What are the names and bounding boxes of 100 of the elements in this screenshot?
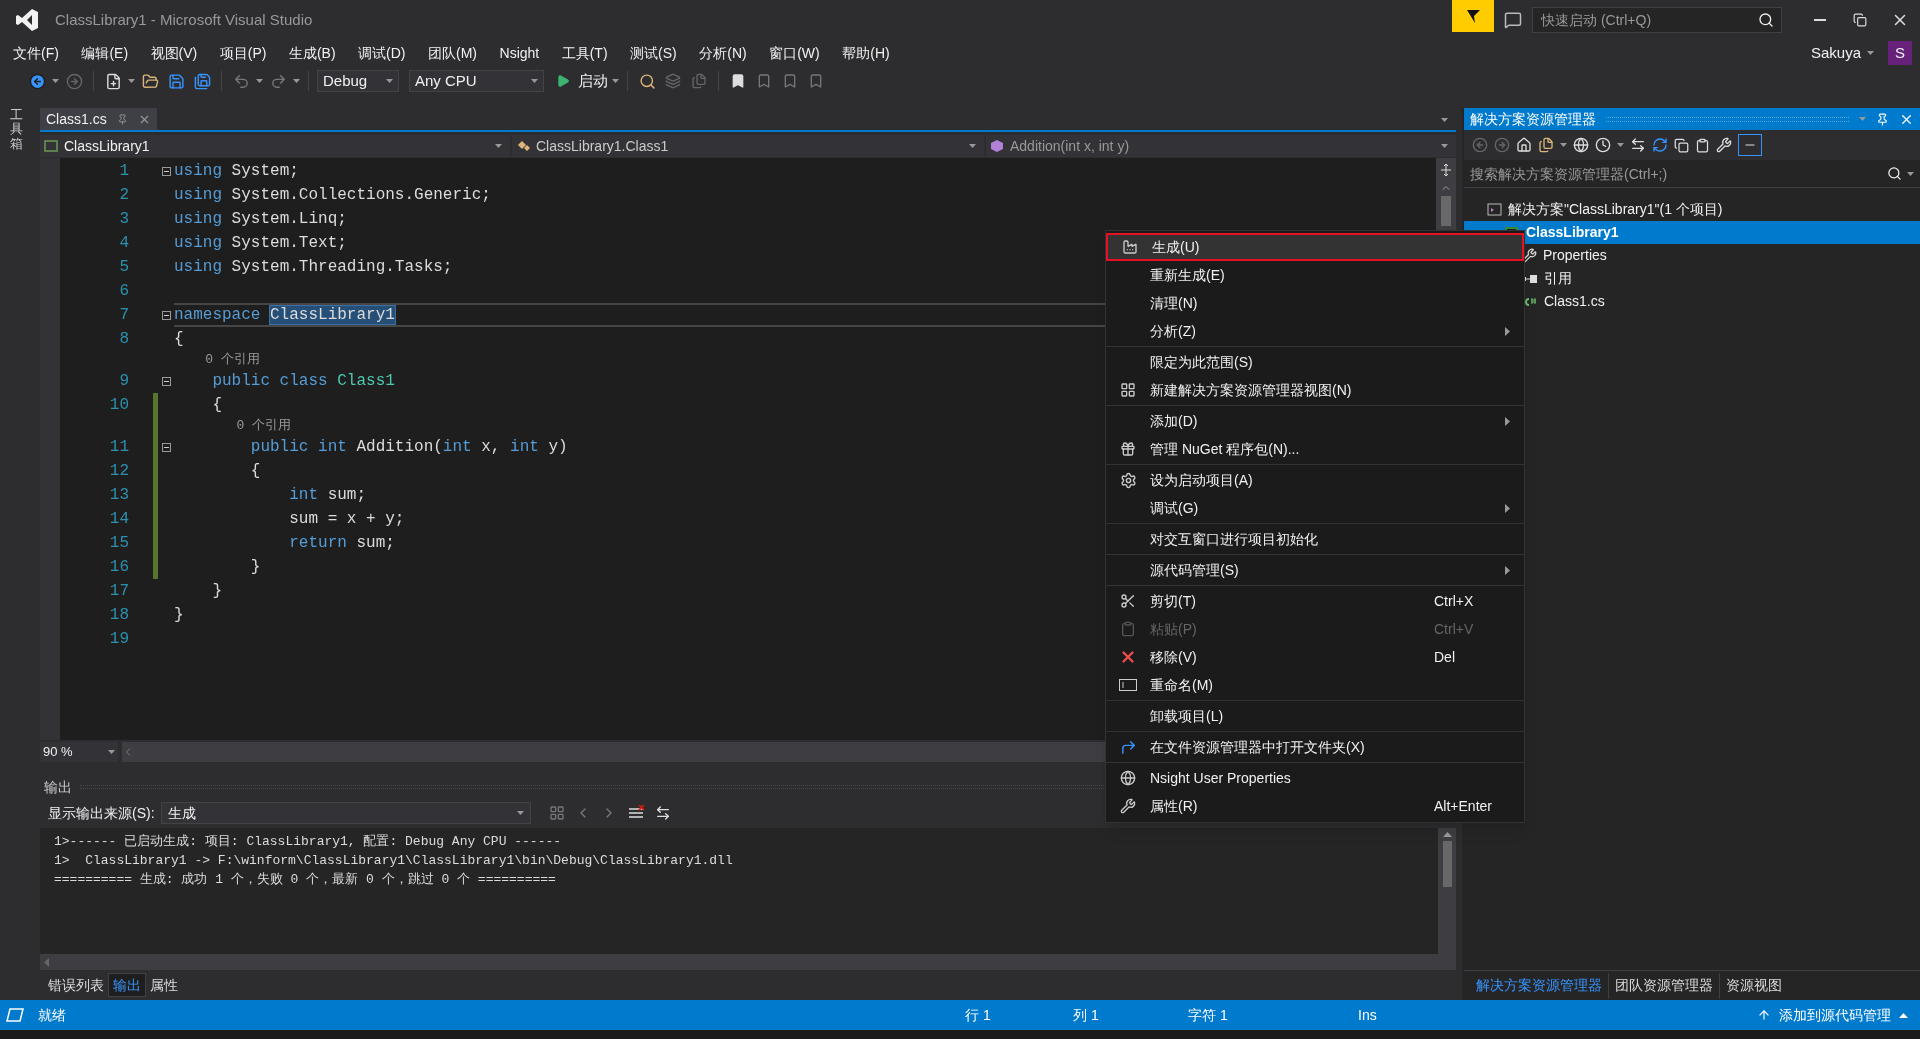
notification-button[interactable] [1452, 0, 1494, 32]
output-source-dropdown[interactable]: 生成 [160, 802, 531, 824]
collapse-icon[interactable] [161, 442, 171, 452]
quick-launch-field[interactable]: 快速启动 (Ctrl+Q) [1532, 7, 1782, 33]
panel-tab[interactable]: 输出 [108, 973, 146, 997]
start-button[interactable]: 启动 [556, 69, 608, 93]
tree-item[interactable]: ClassLibrary1 [1464, 221, 1920, 244]
switch-views-icon[interactable] [1538, 137, 1554, 153]
show-all-files-icon[interactable] [1695, 137, 1710, 153]
code-line: using System; [174, 161, 299, 182]
menu-item[interactable]: 限定为此范围(S) [1106, 348, 1524, 376]
menu-item[interactable]: 调试(G) [1106, 494, 1524, 522]
tree-item-label: 引用 [1544, 269, 1572, 288]
pending-changes-icon[interactable] [1595, 137, 1611, 153]
reference-count[interactable]: 0 个引用 [174, 350, 260, 370]
insert-mode-indicator: Ins [1358, 1005, 1377, 1025]
menu-item[interactable]: 团队(M) [421, 42, 484, 64]
code-line: } [249, 557, 261, 578]
globe-icon[interactable] [1573, 137, 1589, 153]
caret-icon [1867, 51, 1874, 55]
panel-tab[interactable]: 资源视图 [1719, 972, 1788, 999]
caret-icon [256, 79, 263, 83]
navigation-dropdown[interactable]: ClassLibrary1.Class1 [512, 135, 984, 157]
collapse-all-icon[interactable] [1674, 137, 1689, 153]
menu-item[interactable]: 分析(Z) [1106, 317, 1524, 345]
toolbox-tab[interactable]: 工具箱 [10, 108, 23, 151]
document-tab[interactable]: Class1.cs [40, 108, 157, 130]
menu-item[interactable]: 属性(R) Alt+Enter [1106, 792, 1524, 820]
panel-tab[interactable]: 解决方案资源管理器 [1470, 972, 1608, 999]
line-number: 2 [118, 185, 130, 206]
character-indicator: 字符 1 [1188, 1005, 1229, 1025]
menu-item[interactable]: 管理 NuGet 程序包(N)... [1106, 435, 1524, 463]
word-wrap-icon[interactable] [654, 805, 671, 821]
menu-item[interactable]: 生成(U) [1106, 233, 1524, 261]
output-line: 1> ClassLibrary1 -> F:\winform\ClassLibrary1\ClassLibrary1\bin\Debug\ClassLibrary1.dll [54, 852, 734, 870]
pin-icon[interactable] [116, 113, 128, 125]
properties-icon[interactable] [1716, 137, 1732, 153]
menu-item[interactable]: 新建解决方案资源管理器视图(N) [1106, 376, 1524, 404]
panel-tab[interactable]: 团队资源管理器 [1608, 972, 1719, 999]
configuration-dropdown[interactable]: Debug [317, 70, 399, 92]
menu-item[interactable]: 卸载项目(L) [1106, 702, 1524, 730]
menu-item[interactable]: 在文件资源管理器中打开文件夹(X) [1106, 733, 1524, 761]
menu-item[interactable]: 调试(D) [351, 42, 413, 64]
caret-icon [1560, 143, 1567, 147]
feedback-button[interactable] [1504, 11, 1522, 29]
panel-tab[interactable]: 属性 [146, 973, 182, 997]
menu-item[interactable]: 工具(T) [554, 42, 615, 64]
line-number: 13 [108, 485, 130, 506]
menu-item[interactable]: 帮助(H) [835, 42, 897, 64]
tree-item[interactable]: 解决方案"ClassLibrary1"(1 个项目) [1464, 198, 1920, 221]
zoom-dropdown[interactable]: 90 % [40, 742, 118, 762]
package-icon [1120, 441, 1136, 457]
menu-item[interactable]: 项目(P) [212, 42, 274, 64]
menu-item[interactable]: 编辑(E) [74, 42, 136, 64]
menu-item[interactable]: 文件(F) [6, 42, 66, 64]
flag-icon [1465, 8, 1481, 24]
menu-item[interactable]: 移除(V) Del [1106, 643, 1524, 671]
platform-dropdown[interactable]: Any CPU [409, 70, 544, 92]
menu-item[interactable]: Nsight User Properties [1106, 764, 1524, 792]
menu-item[interactable]: Nsight [492, 42, 547, 64]
pin-icon[interactable] [1876, 112, 1889, 126]
source-control-button[interactable]: 添加到源代码管理 [1757, 1004, 1908, 1026]
globe-icon [1120, 770, 1136, 786]
play-icon [556, 74, 570, 88]
clear-all-icon[interactable] [626, 805, 645, 821]
home-icon[interactable] [1516, 137, 1532, 153]
tree-item-label: 解决方案"ClassLibrary1"(1 个项目) [1508, 200, 1723, 219]
refresh-icon[interactable] [1652, 137, 1668, 153]
panel-tab[interactable]: 错误列表 [44, 973, 108, 997]
menu-item[interactable]: 设为启动项目(A) [1106, 466, 1524, 494]
collapse-icon[interactable] [161, 166, 171, 176]
menu-item[interactable]: 视图(V) [143, 42, 205, 64]
menu-item[interactable]: 添加(D) [1106, 407, 1524, 435]
code-line: public class Class1 [211, 371, 395, 392]
preview-button[interactable] [1738, 134, 1762, 156]
line-number: 18 [108, 605, 130, 626]
menu-item[interactable]: 测试(S) [623, 42, 684, 64]
caret-icon [1441, 118, 1448, 122]
sync-icon[interactable] [1630, 137, 1646, 153]
line-number: 19 [108, 629, 130, 650]
reference-count[interactable]: 0 个引用 [174, 416, 291, 436]
menu-item[interactable]: 分析(N) [692, 42, 754, 64]
menu-item[interactable]: 生成(B) [281, 42, 343, 64]
back-icon [28, 72, 46, 90]
menu-item[interactable]: 剪切(T) Ctrl+X [1106, 587, 1524, 615]
collapse-icon[interactable] [161, 310, 171, 320]
search-icon [1887, 166, 1902, 181]
previous-message-icon[interactable] [548, 805, 565, 821]
forward-icon[interactable] [1494, 137, 1510, 153]
line-number: 3 [118, 209, 130, 230]
menu-item[interactable]: 重命名(M) [1106, 671, 1524, 699]
collapse-icon[interactable] [161, 376, 171, 386]
navigation-dropdown[interactable]: ClassLibrary1 [40, 135, 510, 157]
code-line: public int Addition(int x, int y) [249, 437, 568, 458]
back-icon[interactable] [1472, 137, 1488, 153]
menu-item[interactable]: 窗口(W) [762, 42, 827, 64]
user-name[interactable]: Sakuya [1810, 41, 1861, 65]
navigation-dropdown[interactable]: Addition(int x, int y) [986, 135, 1456, 157]
menu-item[interactable]: 源代码管理(S) [1106, 556, 1524, 584]
menu-item[interactable]: 对交互窗口进行项目初始化 [1106, 525, 1524, 553]
